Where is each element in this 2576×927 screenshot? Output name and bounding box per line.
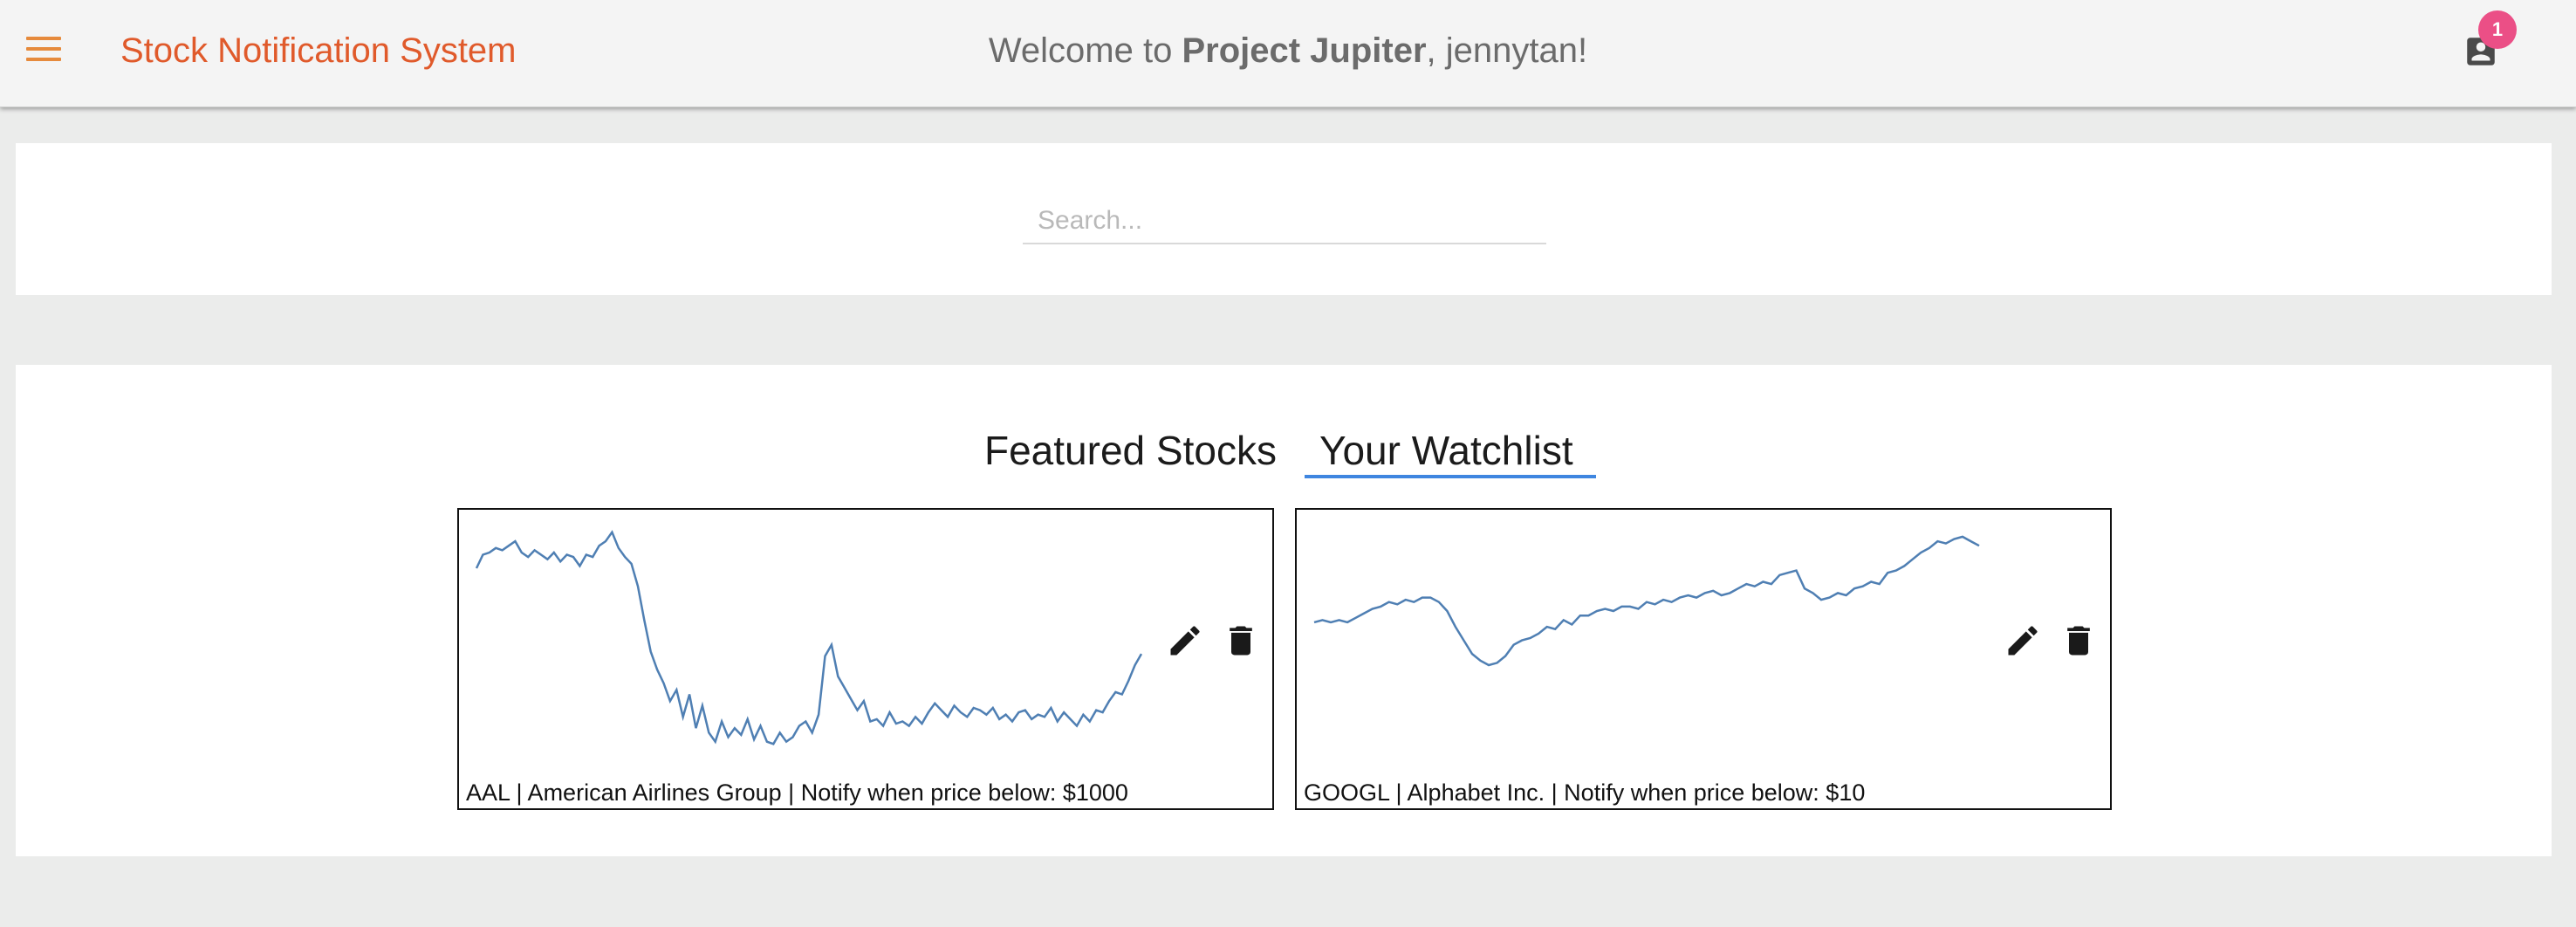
edit-icon[interactable] (2004, 621, 2042, 660)
price-line-aal (475, 530, 1143, 745)
price-sparkline-googl (1313, 535, 1980, 667)
welcome-separator: , (1426, 31, 1446, 70)
delete-icon[interactable] (2059, 621, 2098, 660)
tab-your-watchlist[interactable]: Your Watchlist (1319, 426, 1573, 475)
active-tab-indicator (1305, 475, 1596, 478)
watchlist-card-aal[interactable]: AAL | American Airlines Group | Notify w… (457, 508, 1274, 810)
app-bar: Stock Notification System Welcome to Pro… (0, 0, 2576, 107)
project-name: Project Jupiter (1182, 31, 1427, 70)
stocks-panel: Featured Stocks Your Watchlist AAL | Ame… (16, 365, 2552, 856)
stock-label-aal: AAL | American Airlines Group | Notify w… (466, 779, 1128, 806)
price-line-googl (1313, 535, 1980, 667)
welcome-prefix: Welcome to (988, 31, 1182, 70)
edit-icon[interactable] (1166, 621, 1204, 660)
search-card (16, 143, 2552, 295)
tab-featured-stocks[interactable]: Featured Stocks (984, 426, 1277, 475)
price-sparkline-aal (475, 530, 1143, 745)
search-input[interactable] (1023, 199, 1546, 244)
delete-icon[interactable] (1222, 621, 1260, 660)
welcome-message: Welcome to Project Jupiter, jennytan! (0, 28, 2576, 73)
username: jennytan! (1445, 31, 1588, 70)
stock-label-googl: GOOGL | Alphabet Inc. | Notify when pric… (1304, 779, 1866, 806)
notification-badge[interactable]: 1 (2478, 10, 2517, 49)
watchlist-card-googl[interactable]: GOOGL | Alphabet Inc. | Notify when pric… (1295, 508, 2112, 810)
